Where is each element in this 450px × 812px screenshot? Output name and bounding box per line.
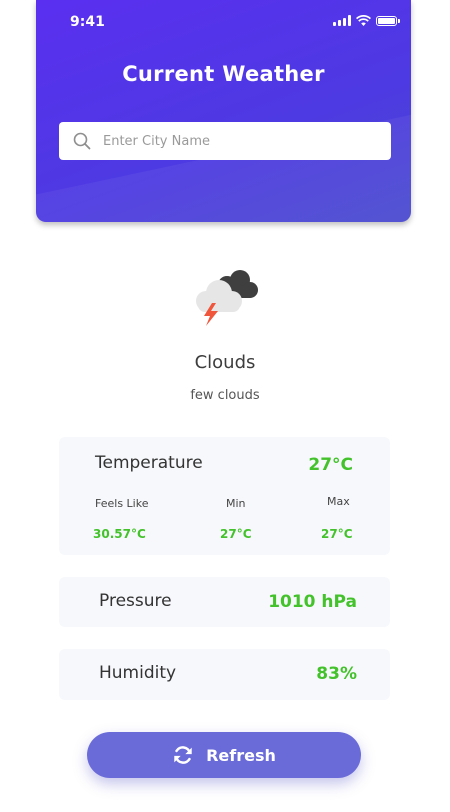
refresh-button[interactable]: Refresh [87,732,361,778]
temperature-label: Temperature [95,453,203,473]
pressure-card: Pressure 1010 hPa [59,577,390,627]
humidity-value: 83% [316,664,357,684]
feels-like-value: 30.57°C [93,527,146,541]
header: 9:41 Current Weather [36,0,411,222]
wifi-icon [356,15,371,26]
weather-condition: Clouds [194,352,256,373]
temperature-value: 27°C [308,455,353,475]
status-icons [333,15,400,26]
page-title: Current Weather [122,62,325,86]
refresh-label: Refresh [206,745,276,765]
pressure-value: 1010 hPa [268,592,357,612]
refresh-icon [174,746,192,764]
max-label: Max [327,495,350,508]
humidity-card: Humidity 83% [59,649,390,700]
search-icon [73,132,91,150]
search-bar[interactable] [59,122,391,160]
cloud-lightning-icon [196,270,258,326]
status-time: 9:41 [70,14,105,30]
pressure-label: Pressure [99,591,172,611]
temperature-card: Temperature 27°C Feels Like Min Max 30.5… [59,437,390,555]
min-label: Min [226,497,246,510]
min-value: 27°C [220,527,252,541]
city-search-input[interactable] [101,132,375,150]
humidity-label: Humidity [99,663,177,683]
max-value: 27°C [321,527,353,541]
feels-like-label: Feels Like [95,497,149,510]
signal-icon [333,15,351,26]
battery-icon [376,15,400,26]
weather-description: few clouds [190,388,260,403]
